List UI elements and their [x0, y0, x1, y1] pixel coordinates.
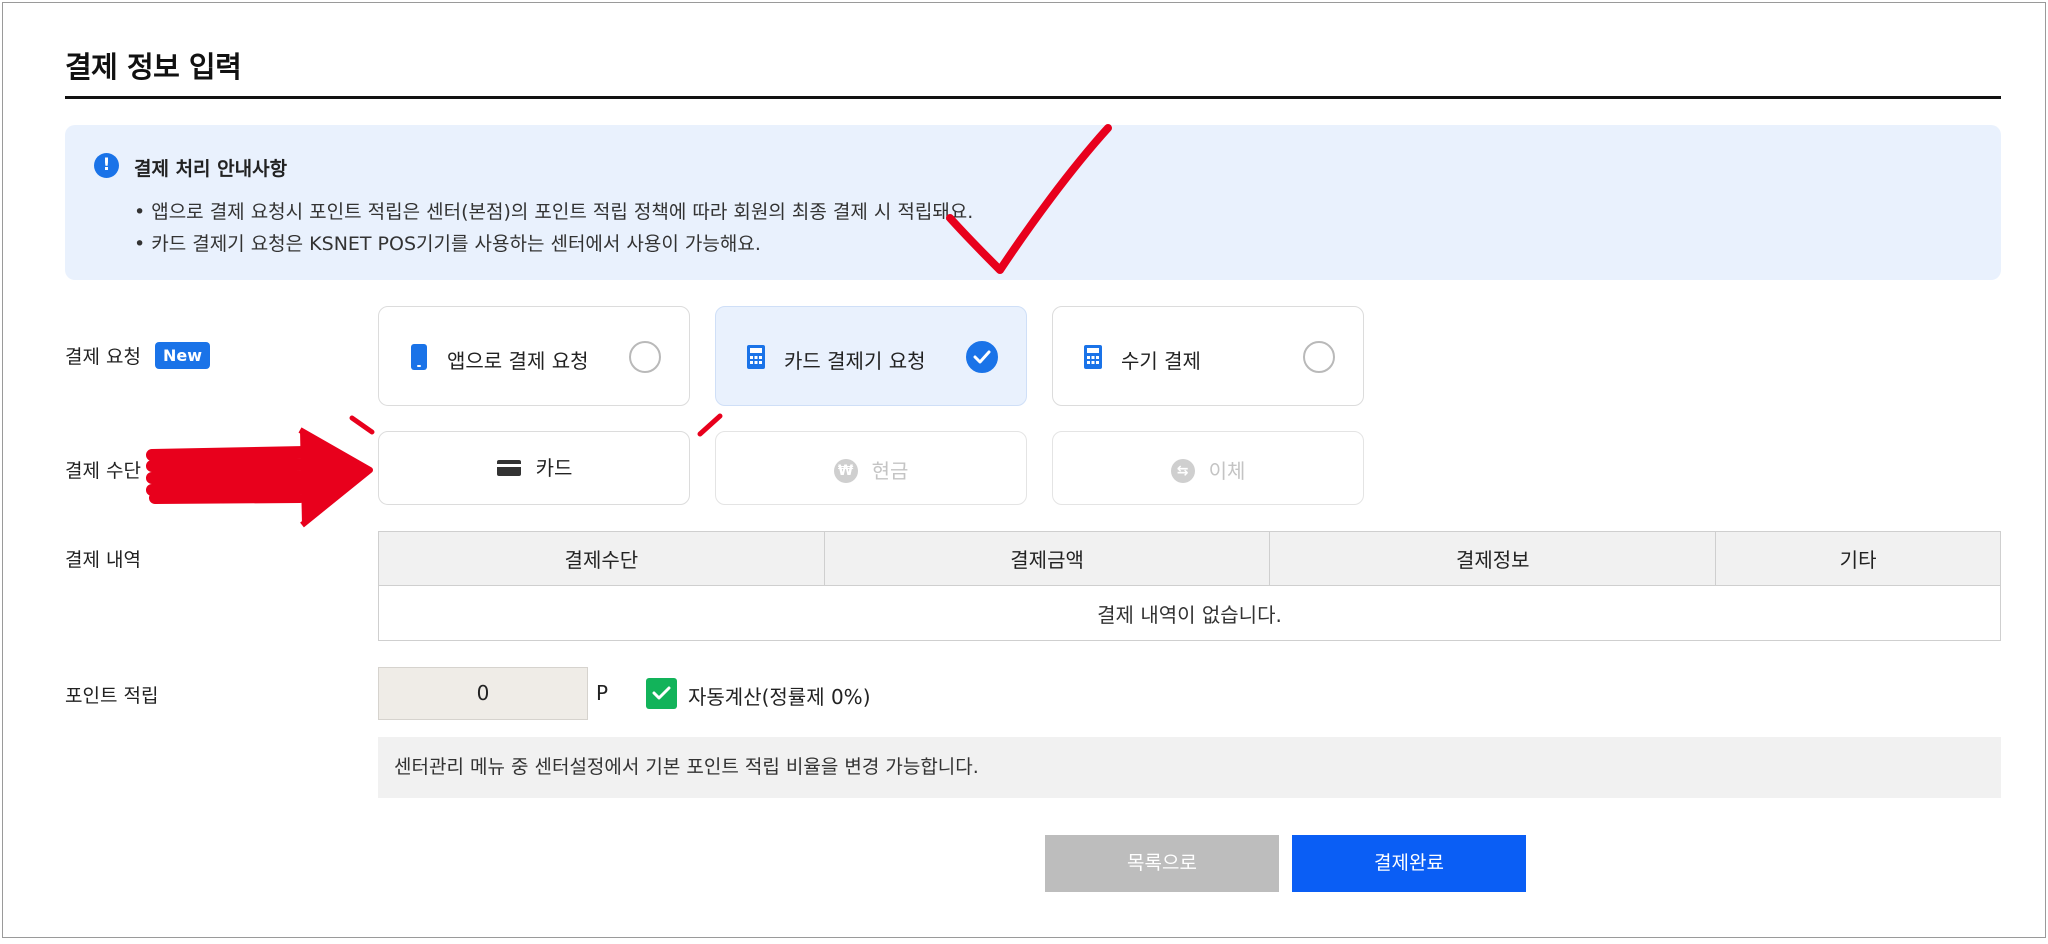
table-row: 결제 내역이 없습니다. [378, 585, 2001, 641]
payment-method-label: 결제 수단 [65, 460, 141, 482]
bullet: • [134, 233, 146, 255]
page-title: 결제 정보 입력 [65, 50, 242, 84]
table-header-row: 결제수단 결제금액 결제정보 기타 [378, 531, 2001, 586]
title-divider [65, 96, 2001, 99]
payment-request-label: 결제 요청 New [65, 342, 210, 371]
notice-text: 카드 결제기 요청은 KSNET POS기기를 사용하는 센터에서 사용이 가능… [151, 233, 761, 255]
calculator-icon [747, 345, 765, 369]
option-app-payment[interactable]: 앱으로 결제 요청 [378, 306, 690, 406]
method-card-button[interactable]: 카드 [378, 431, 690, 505]
card-icon [496, 460, 521, 476]
method-cash-button[interactable]: ₩ 현금 [715, 431, 1027, 505]
column-header: 결제수단 [378, 531, 825, 586]
column-header: 기타 [1715, 531, 2001, 586]
option-label: 수기 결제 [1121, 349, 1201, 373]
method-label: 현금 [871, 459, 909, 483]
complete-payment-button[interactable]: 결제완료 [1292, 835, 1526, 892]
payment-request-label-text: 결제 요청 [65, 346, 141, 368]
phone-icon [411, 344, 427, 370]
option-manual-payment[interactable]: 수기 결제 [1052, 306, 1364, 406]
check-icon [973, 350, 991, 364]
point-input[interactable]: 0 [378, 667, 588, 720]
auto-calc-checkbox[interactable] [646, 678, 677, 709]
option-card-terminal[interactable]: 카드 결제기 요청 [715, 306, 1027, 406]
option-label: 카드 결제기 요청 [784, 349, 926, 373]
radio-unchecked[interactable] [1303, 341, 1335, 373]
back-to-list-button[interactable]: 목록으로 [1045, 835, 1279, 892]
point-hint: 센터관리 메뉴 중 센터설정에서 기본 포인트 적립 비율을 변경 가능합니다. [378, 737, 2001, 798]
column-header: 결제금액 [823, 531, 1271, 586]
won-icon: ₩ [833, 459, 858, 483]
notice-line: • 카드 결제기 요청은 KSNET POS기기를 사용하는 센터에서 사용이 가… [134, 229, 761, 256]
info-icon: ! [94, 153, 119, 178]
payment-history-table: 결제수단 결제금액 결제정보 기타 결제 내역이 없습니다. [378, 531, 2001, 641]
payment-history-label: 결제 내역 [65, 549, 141, 571]
notice-title: 결제 처리 안내사항 [134, 158, 288, 180]
transfer-icon: ⇆ [1170, 459, 1195, 483]
notice-text: 앱으로 결제 요청시 포인트 적립은 센터(본점)의 포인트 적립 정책에 따라… [151, 201, 974, 223]
notice-line: • 앱으로 결제 요청시 포인트 적립은 센터(본점)의 포인트 적립 정책에 따… [134, 197, 973, 224]
method-label: 이체 [1208, 459, 1246, 483]
bullet: • [134, 201, 146, 223]
notice-box: ! 결제 처리 안내사항 • 앱으로 결제 요청시 포인트 적립은 센터(본점)의… [65, 125, 2001, 280]
point-unit: P [596, 681, 609, 705]
method-label: 카드 [535, 456, 573, 480]
column-header: 결제정보 [1269, 531, 1717, 586]
new-badge: New [154, 342, 210, 369]
option-label: 앱으로 결제 요청 [447, 349, 589, 373]
calculator-icon [1084, 345, 1102, 369]
radio-checked[interactable] [966, 341, 998, 373]
check-icon [652, 686, 671, 700]
radio-unchecked[interactable] [629, 341, 661, 373]
method-transfer-button[interactable]: ⇆ 이체 [1052, 431, 1364, 505]
auto-calc-label[interactable]: 자동계산(정률제 0%) [688, 681, 871, 710]
point-accrual-label: 포인트 적립 [65, 685, 159, 707]
empty-message: 결제 내역이 없습니다. [378, 585, 2001, 641]
